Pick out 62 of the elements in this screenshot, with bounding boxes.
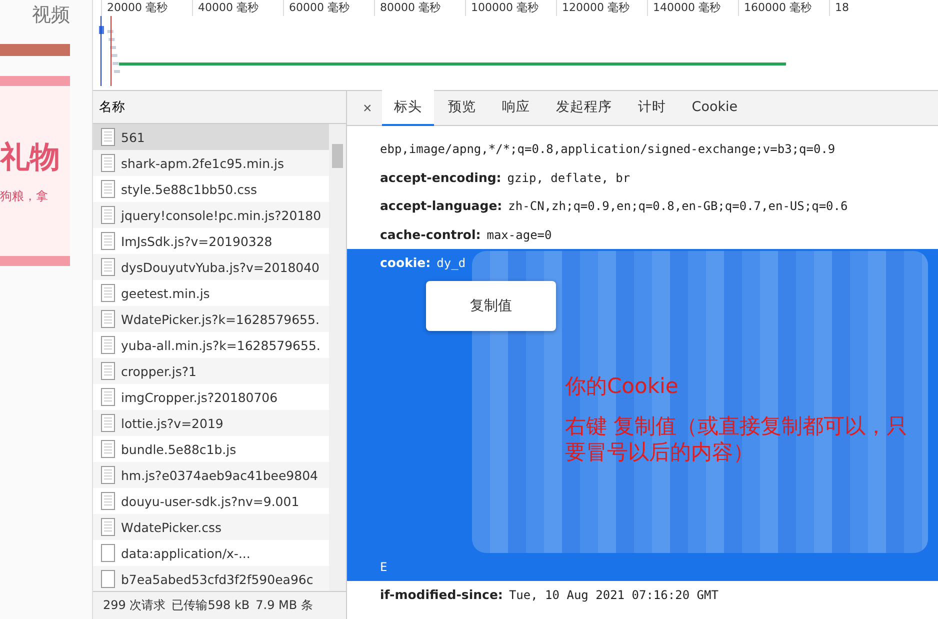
time-tick-label: 80000 毫秒: [374, 0, 465, 16]
blank-file-icon: [101, 570, 115, 588]
header-line: E: [379, 558, 388, 576]
blank-file-icon: [101, 544, 115, 562]
document-icon: [101, 232, 115, 250]
tab[interactable]: 发起程序: [544, 90, 624, 126]
document-icon: [101, 154, 115, 172]
request-row[interactable]: WdatePicker.css: [93, 514, 329, 540]
header-line: cache-control: max-age=0: [379, 226, 553, 244]
time-tick-label: 18: [829, 0, 920, 16]
request-row[interactable]: b7ea5abed53cfd3f2f590ea96c: [93, 566, 329, 591]
document-icon: [101, 388, 115, 406]
banner-subtitle: 狗粮，拿: [0, 188, 49, 205]
time-tick-label: 120000 毫秒: [556, 0, 647, 16]
header-line: if-modified-since: Tue, 10 Aug 2021 07:16:20 GMT: [379, 586, 720, 604]
status-text: 299 次请求: [103, 597, 166, 614]
column-header[interactable]: 名称: [93, 91, 346, 124]
page-bar: [0, 44, 70, 56]
time-tick-label: 140000 毫秒: [647, 0, 738, 16]
tab[interactable]: 计时: [626, 90, 678, 126]
document-icon: [101, 284, 115, 302]
header-line: cookie: dy_d: [379, 254, 467, 272]
request-row[interactable]: jquery!console!pc.min.js?20180: [93, 202, 329, 228]
document-icon: [101, 258, 115, 276]
request-row[interactable]: lottie.js?v=2019: [93, 410, 329, 436]
time-tick-label: 40000 毫秒: [192, 0, 283, 16]
document-icon: [101, 440, 115, 458]
document-icon: [101, 206, 115, 224]
scrollbar[interactable]: [329, 124, 346, 591]
close-button[interactable]: ×: [355, 100, 380, 116]
request-row[interactable]: dysDouyutvYuba.js?v=2018040: [93, 254, 329, 280]
request-row[interactable]: shark-apm.2fe1c95.min.js: [93, 150, 329, 176]
context-menu-item[interactable]: 复制值: [426, 281, 556, 331]
request-row[interactable]: hm.js?e0374aeb9ac41bee9804: [93, 462, 329, 488]
header-line: accept-encoding: gzip, deflate, br: [379, 168, 632, 187]
time-tick-label: 100000 毫秒: [465, 0, 556, 16]
status-text: 已传输598 kB: [172, 597, 250, 614]
tab[interactable]: 标头: [382, 90, 434, 126]
document-icon: [101, 180, 115, 198]
request-row[interactable]: cropper.js?1: [93, 358, 329, 384]
nav-label[interactable]: 视频: [0, 0, 92, 40]
status-text: 7.9 MB 条: [256, 597, 313, 614]
document-icon: [101, 518, 115, 536]
document-icon: [101, 466, 115, 484]
request-row[interactable]: WdatePicker.js?k=1628579655.: [93, 306, 329, 332]
header-line: ebp,image/apng,*/*;q=0.8,application/signed-exchange;v=b3;q=0.9: [379, 141, 836, 158]
annotation-title: 你的Cookie: [565, 373, 680, 399]
document-icon: [101, 128, 115, 146]
time-tick-label: 20000 毫秒: [101, 0, 192, 16]
tab[interactable]: 响应: [490, 90, 542, 126]
header-line: accept-language: zh-CN,zh;q=0.9,en;q=0.8,en-GB;q=0.7,en-US;q=0.6: [379, 197, 849, 215]
time-tick-label: 60000 毫秒: [283, 0, 374, 16]
document-icon: [101, 414, 115, 432]
document-icon: [101, 310, 115, 328]
document-icon: [101, 492, 115, 510]
tab[interactable]: 预览: [436, 90, 488, 126]
document-icon: [101, 336, 115, 354]
request-row[interactable]: 561: [93, 124, 329, 150]
annotation-note: 右键 复制值（或直接复制都可以，只要冒号以后的内容）: [565, 413, 909, 465]
time-tick-label: 160000 毫秒: [738, 0, 829, 16]
tab[interactable]: Cookie: [680, 91, 750, 125]
document-icon: [101, 362, 115, 380]
